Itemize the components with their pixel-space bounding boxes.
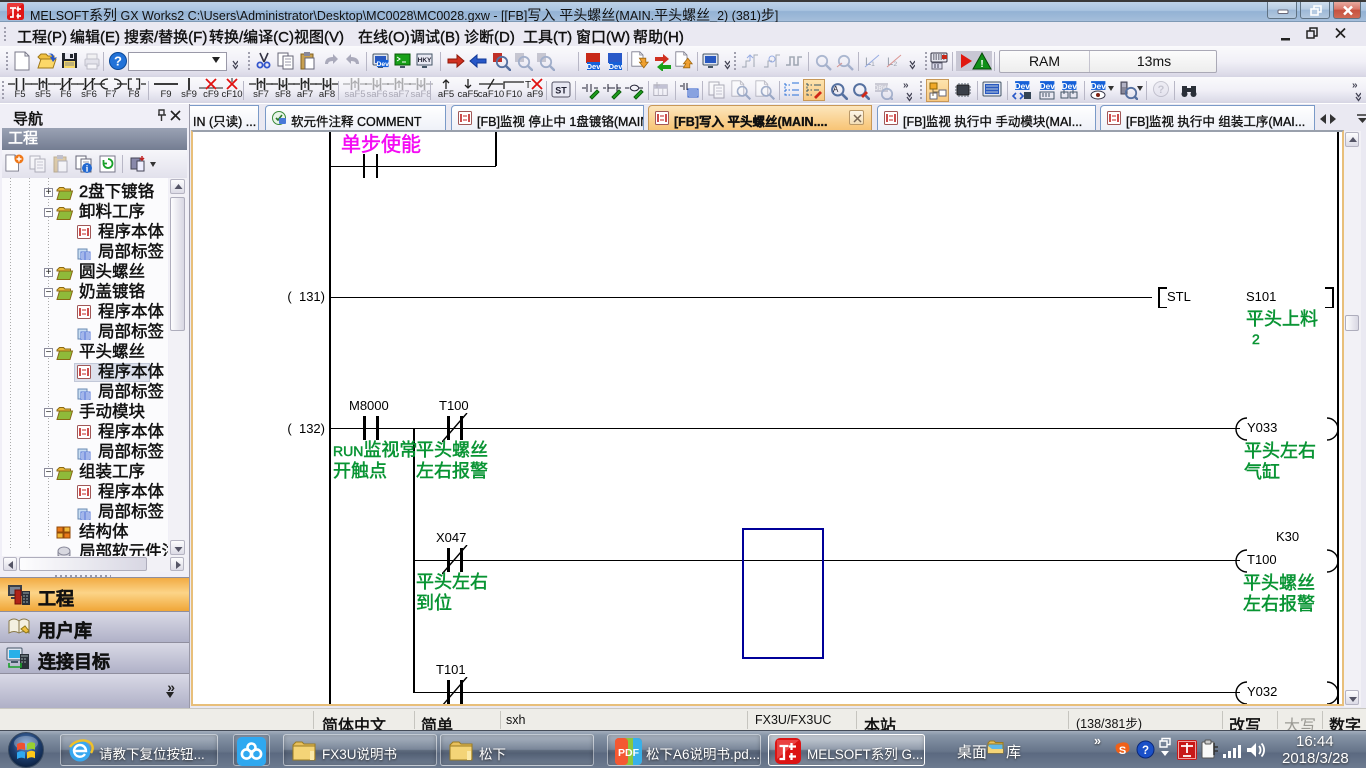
svg-text:A: A [833,85,839,94]
svg-text:PDF: PDF [618,747,640,759]
svg-text:S: S [1119,745,1126,757]
svg-text:ST: ST [555,86,567,96]
svg-text:?: ? [1158,84,1165,96]
svg-text:HKY: HKY [418,57,432,64]
svg-text:!: ! [980,59,983,70]
svg-text:?: ? [1142,745,1149,757]
